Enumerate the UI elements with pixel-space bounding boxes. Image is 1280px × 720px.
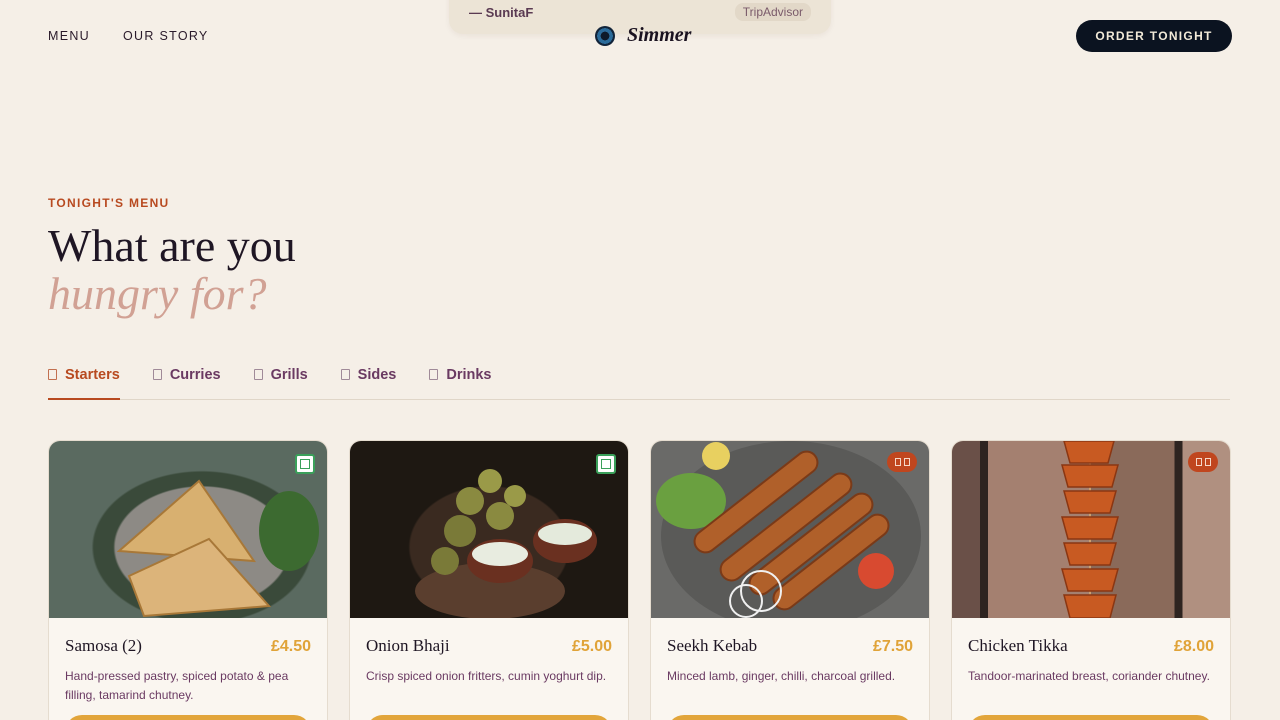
item-name: Chicken Tikka	[968, 636, 1068, 655]
tab-label: Sides	[357, 366, 397, 383]
vegetarian-icon	[295, 454, 315, 474]
seekh-kebab-photo	[651, 441, 929, 618]
tab-drinks[interactable]: Drinks	[429, 356, 492, 393]
vegetarian-icon	[596, 454, 616, 474]
order-tonight-button[interactable]: ORDER TONIGHT	[1076, 20, 1232, 52]
seekh-kebab-illustration	[656, 441, 921, 618]
menu-category-tabs: Starters Curries Grills Sides Drinks	[48, 356, 1230, 400]
chilli-icon	[887, 452, 917, 472]
menu-item-grid: Samosa (2) £4.50 Hand-pressed pastry, sp…	[48, 440, 1231, 720]
tab-curries[interactable]: Curries	[152, 356, 221, 393]
onion-bhaji-photo	[350, 441, 628, 618]
menu-item-card[interactable]: Seekh Kebab £7.50 Minced lamb, ginger, c…	[650, 440, 930, 720]
add-to-order-button[interactable]	[366, 715, 612, 720]
section-title-line1: What are you	[48, 220, 296, 271]
item-price: £4.50	[270, 638, 311, 655]
tab-sides[interactable]: Sides	[340, 356, 397, 393]
samosa-photo	[49, 441, 327, 618]
chicken-tikka-photo	[952, 441, 1230, 618]
brand-name: Simmer	[627, 24, 692, 46]
tab-label: Grills	[270, 366, 308, 383]
menu-item-card[interactable]: Onion Bhaji £5.00 Crisp spiced onion fri…	[349, 440, 629, 720]
item-price: £8.00	[1173, 638, 1214, 655]
item-name: Samosa (2)	[65, 636, 142, 655]
menu-item-card[interactable]: Chicken Tikka £8.00 Tandoor-marinated br…	[951, 440, 1231, 720]
nav-link-our-story[interactable]: OUR STORY	[123, 29, 209, 43]
sides-icon	[340, 369, 350, 380]
review-source-badge: TripAdvisor	[734, 3, 811, 21]
drinks-icon	[429, 369, 439, 380]
add-to-order-button[interactable]	[667, 715, 913, 720]
grills-icon	[253, 369, 263, 380]
tab-starters[interactable]: Starters	[48, 356, 120, 400]
section-title: What are you hungry for?	[48, 222, 296, 318]
tab-grills[interactable]: Grills	[253, 356, 308, 393]
item-description: Minced lamb, ginger, chilli, charcoal gr…	[667, 669, 896, 683]
item-price: £5.00	[571, 638, 612, 655]
curries-icon	[152, 369, 162, 380]
nav-link-menu[interactable]: MENU	[48, 29, 90, 43]
section-eyebrow: TONIGHT'S MENU	[48, 196, 170, 210]
item-description: Tandoor-marinated breast, coriander chut…	[968, 669, 1210, 683]
tab-label: Curries	[169, 366, 221, 383]
logo-icon	[595, 25, 615, 46]
brand[interactable]: Simmer	[595, 24, 691, 47]
item-name: Onion Bhaji	[366, 636, 450, 655]
review-author: — SunitaF	[469, 5, 534, 20]
item-description: Hand-pressed pastry, spiced potato & pea…	[65, 669, 289, 702]
chilli-icon	[1188, 452, 1218, 472]
tab-label: Starters	[65, 366, 120, 383]
onion-bhaji-illustration	[415, 469, 597, 618]
item-description: Crisp spiced onion fritters, cumin yoghu…	[366, 669, 607, 683]
samosa-illustration	[116, 479, 319, 618]
chicken-tikka-illustration	[1061, 441, 1119, 618]
menu-item-card[interactable]: Samosa (2) £4.50 Hand-pressed pastry, sp…	[48, 440, 328, 720]
main-nav: MENU OUR STORY	[48, 29, 209, 43]
starters-icon	[48, 369, 57, 380]
tab-label: Drinks	[446, 366, 492, 383]
add-to-order-button[interactable]	[968, 715, 1214, 720]
item-price: £7.50	[872, 638, 913, 655]
section-title-line2: hungry for?	[48, 268, 267, 319]
item-name: Seekh Kebab	[667, 636, 758, 655]
add-to-order-button[interactable]	[65, 715, 311, 720]
